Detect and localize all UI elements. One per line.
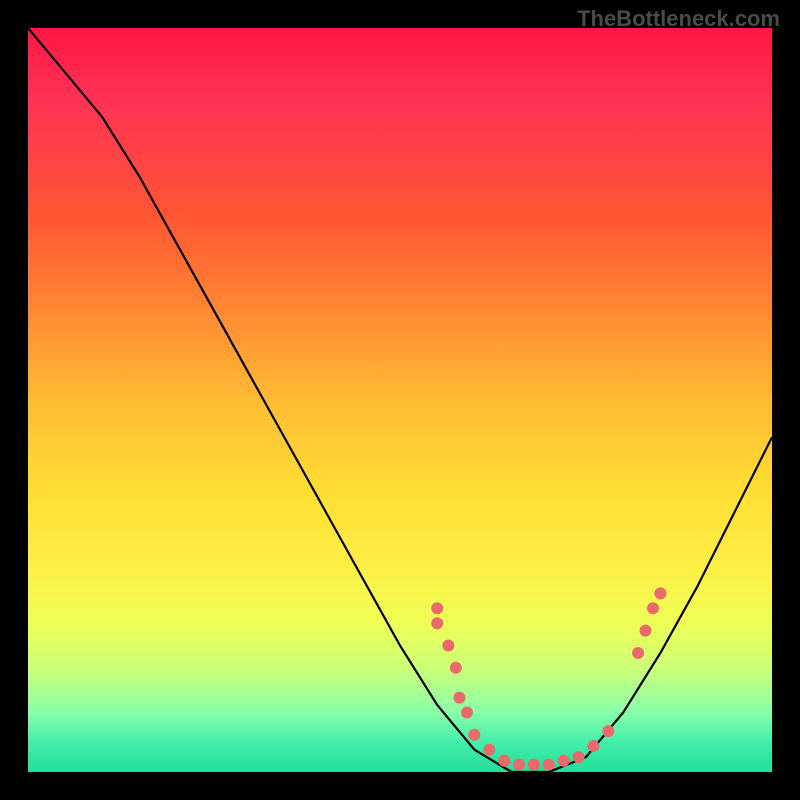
data-point [468, 729, 480, 741]
scatter-points [431, 587, 666, 770]
bottleneck-curve [28, 28, 772, 772]
data-point [498, 755, 510, 767]
data-point [647, 602, 659, 614]
data-point [654, 587, 666, 599]
data-point [431, 602, 443, 614]
data-point [431, 617, 443, 629]
data-point [558, 755, 570, 767]
data-point [573, 751, 585, 763]
data-point [587, 740, 599, 752]
data-point [454, 692, 466, 704]
data-point [513, 759, 525, 771]
chart-plot-area [28, 28, 772, 772]
data-point [543, 759, 555, 771]
watermark-text: TheBottleneck.com [577, 6, 780, 32]
data-point [528, 759, 540, 771]
chart-svg [28, 28, 772, 772]
data-point [442, 640, 454, 652]
data-point [632, 647, 644, 659]
data-point [602, 725, 614, 737]
data-point [461, 707, 473, 719]
data-point [640, 625, 652, 637]
data-point [450, 662, 462, 674]
data-point [483, 744, 495, 756]
